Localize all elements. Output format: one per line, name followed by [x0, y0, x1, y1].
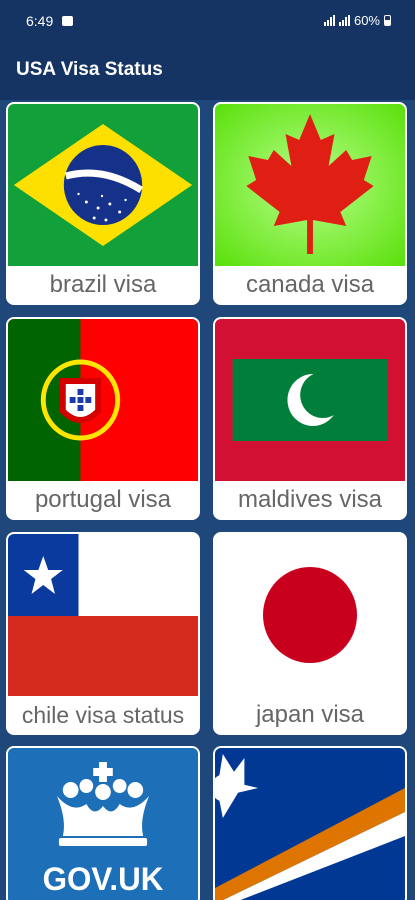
- battery-icon: [384, 15, 391, 26]
- portugal-visa-card[interactable]: portugal visa: [6, 317, 200, 520]
- brazil-flag: [8, 104, 198, 266]
- chile-visa-card[interactable]: chile visa status: [6, 532, 200, 735]
- card-label: portugal visa: [34, 486, 172, 513]
- maldives-flag: [215, 319, 405, 481]
- brazil-visa-card[interactable]: brazil visa: [6, 102, 200, 305]
- gov-uk-card[interactable]: GOV.UK: [6, 746, 200, 900]
- status-time: 6:49: [26, 13, 54, 29]
- card-label: brazil visa: [49, 271, 157, 298]
- status-bar: 6:49 60%: [0, 0, 415, 40]
- status-indicators: 60%: [323, 13, 391, 28]
- signal-icon: [338, 15, 350, 26]
- app-title: USA Visa Status: [16, 59, 163, 80]
- gov-uk-logo: GOV.UK: [8, 748, 198, 900]
- app-bar: USA Visa Status: [0, 40, 415, 100]
- canada-visa-card[interactable]: canada visa: [213, 102, 407, 305]
- gov-uk-logo-text: GOV.UK: [43, 861, 164, 897]
- card-label: canada visa: [245, 271, 375, 298]
- signal-icon: [323, 15, 335, 26]
- canada-flag: [215, 104, 405, 266]
- card-label: maldives visa: [237, 486, 383, 513]
- japan-flag: [215, 534, 405, 696]
- marshall-islands-card[interactable]: [213, 746, 407, 900]
- maldives-visa-card[interactable]: maldives visa: [213, 317, 407, 520]
- chile-flag: [8, 534, 198, 696]
- battery-percent: 60%: [353, 13, 380, 28]
- card-label: japan visa: [255, 701, 365, 728]
- portugal-flag: [8, 319, 198, 481]
- marshall-islands-flag: [215, 748, 405, 900]
- gallery-icon: [62, 16, 73, 26]
- japan-visa-card[interactable]: japan visa: [213, 532, 407, 735]
- card-label: chile visa status: [21, 702, 185, 728]
